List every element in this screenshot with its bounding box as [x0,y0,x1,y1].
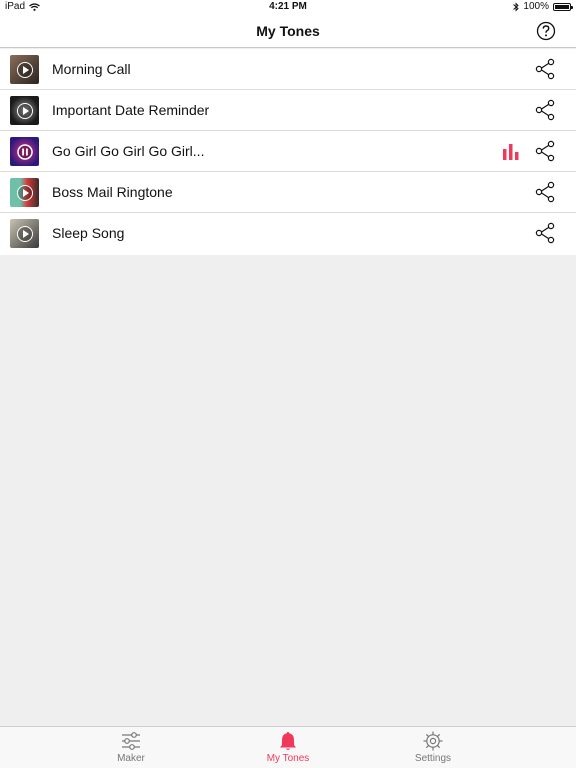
tab-maker-label: Maker [117,753,145,764]
tone-thumbnail[interactable] [10,219,39,248]
play-icon[interactable] [16,184,33,201]
bell-icon [280,732,296,751]
tab-my-tones-label: My Tones [266,753,310,764]
page-title: My Tones [256,23,320,39]
tone-name: Important Date Reminder [52,102,210,118]
tone-name: Boss Mail Ringtone [52,184,173,200]
share-icon[interactable] [534,222,556,244]
tone-thumbnail[interactable] [10,96,39,125]
share-icon[interactable] [534,181,556,203]
tab-settings-label: Settings [414,753,452,764]
tone-row[interactable]: Sleep Song [0,213,576,255]
tone-thumbnail[interactable] [10,178,39,207]
play-icon[interactable] [16,61,33,78]
tone-row[interactable]: Boss Mail Ringtone [0,172,576,213]
tone-row[interactable]: Morning Call [0,49,576,90]
tone-name: Morning Call [52,61,131,77]
status-bar: iPad 4:21 PM 100% [0,0,576,14]
tone-thumbnail[interactable] [10,137,39,166]
help-icon[interactable] [536,21,556,41]
tab-my-tones[interactable]: My Tones [248,730,328,764]
status-time: 4:21 PM [269,1,307,12]
tab-settings[interactable]: Settings [393,730,473,764]
status-right: 100% [513,0,573,14]
gear-icon [423,731,443,751]
share-icon[interactable] [534,58,556,80]
tone-row[interactable]: Go Girl Go Girl Go Girl... [0,131,576,172]
battery-percent: 100% [523,1,549,12]
play-icon[interactable] [16,225,33,242]
share-icon[interactable] [534,140,556,162]
play-icon[interactable] [16,102,33,119]
tone-row[interactable]: Important Date Reminder [0,90,576,131]
share-icon[interactable] [534,99,556,121]
tab-bar: Maker My Tones Settings [0,726,576,768]
tone-name: Go Girl Go Girl Go Girl... [52,143,205,159]
pause-icon[interactable] [16,143,33,160]
tone-list: Morning Call Important Date Reminder Go … [0,49,576,255]
nav-bar: My Tones [0,14,576,48]
bluetooth-icon [513,2,520,12]
sliders-icon [122,732,140,750]
equalizer-icon [503,144,519,160]
battery-icon [553,3,573,11]
tone-name: Sleep Song [52,225,125,241]
tab-maker[interactable]: Maker [91,730,171,764]
tone-thumbnail[interactable] [10,55,39,84]
